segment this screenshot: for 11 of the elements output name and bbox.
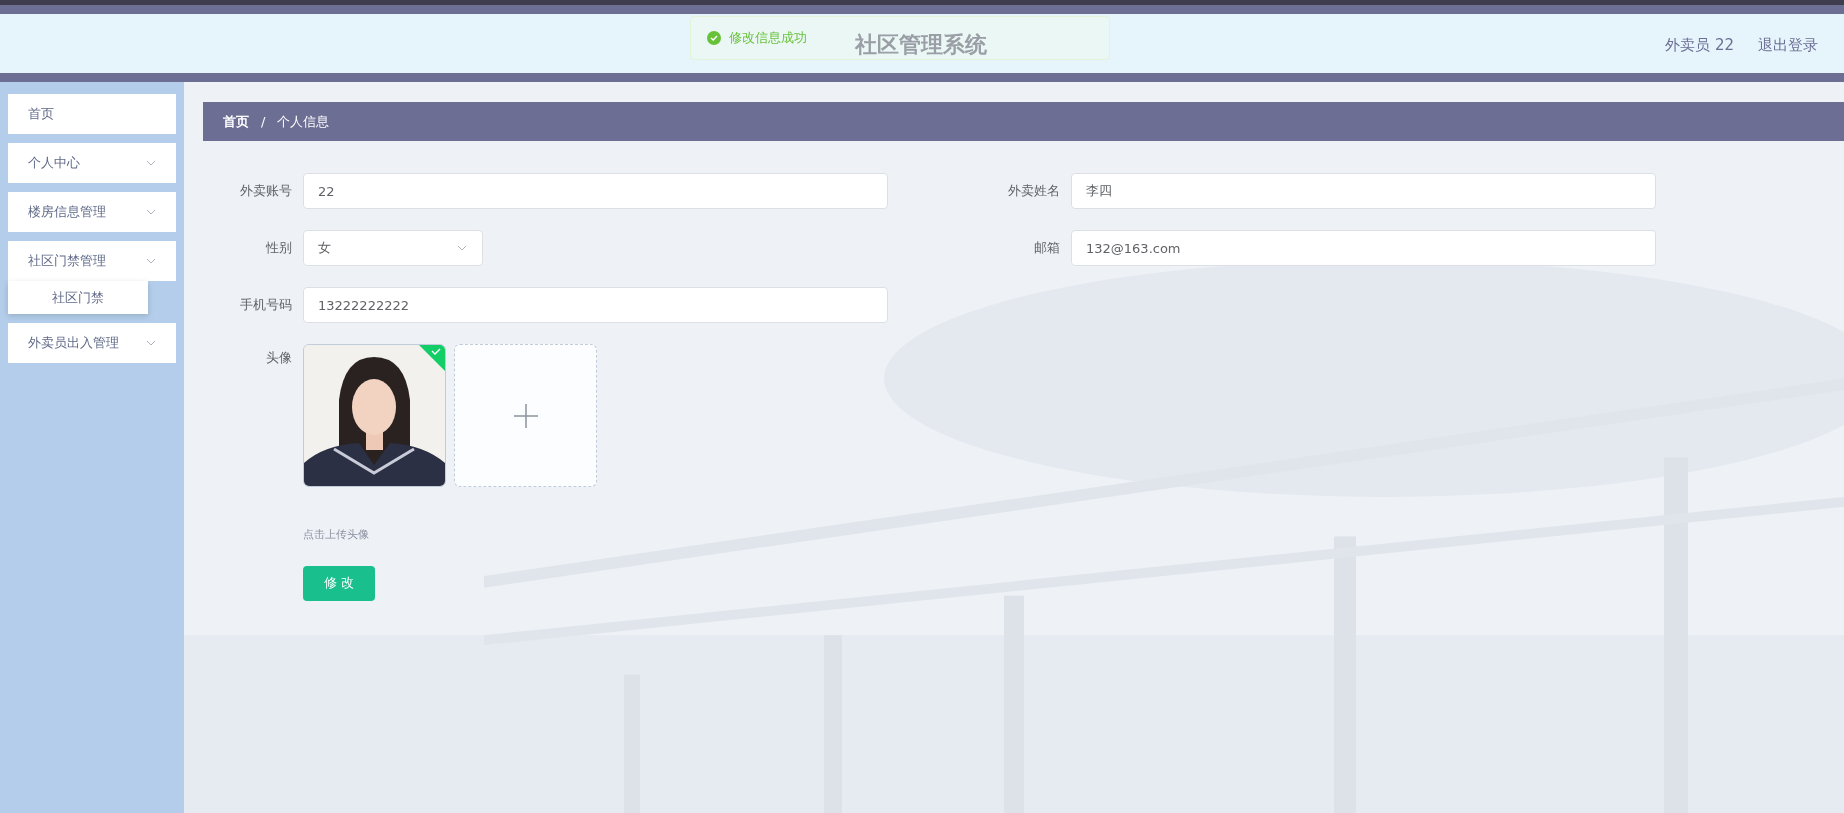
sidebar-item[interactable]: 个人中心 [8,143,176,183]
sidebar-item[interactable]: 楼房信息管理 [8,192,176,232]
submenu-item[interactable]: 社区门禁 [8,281,148,314]
success-icon [707,31,721,45]
sidebar-item[interactable]: 外卖员出入管理 [8,323,176,363]
sidebar-item[interactable]: 社区门禁管理 [8,241,176,281]
user-label: 外卖员 22 [1665,35,1734,56]
sidebar-item[interactable]: 首页 [8,94,176,134]
app-title: 社区管理系统 [855,31,987,59]
logout-link[interactable]: 退出登录 [1758,34,1818,57]
toast-text: 修改信息成功 [729,29,807,48]
